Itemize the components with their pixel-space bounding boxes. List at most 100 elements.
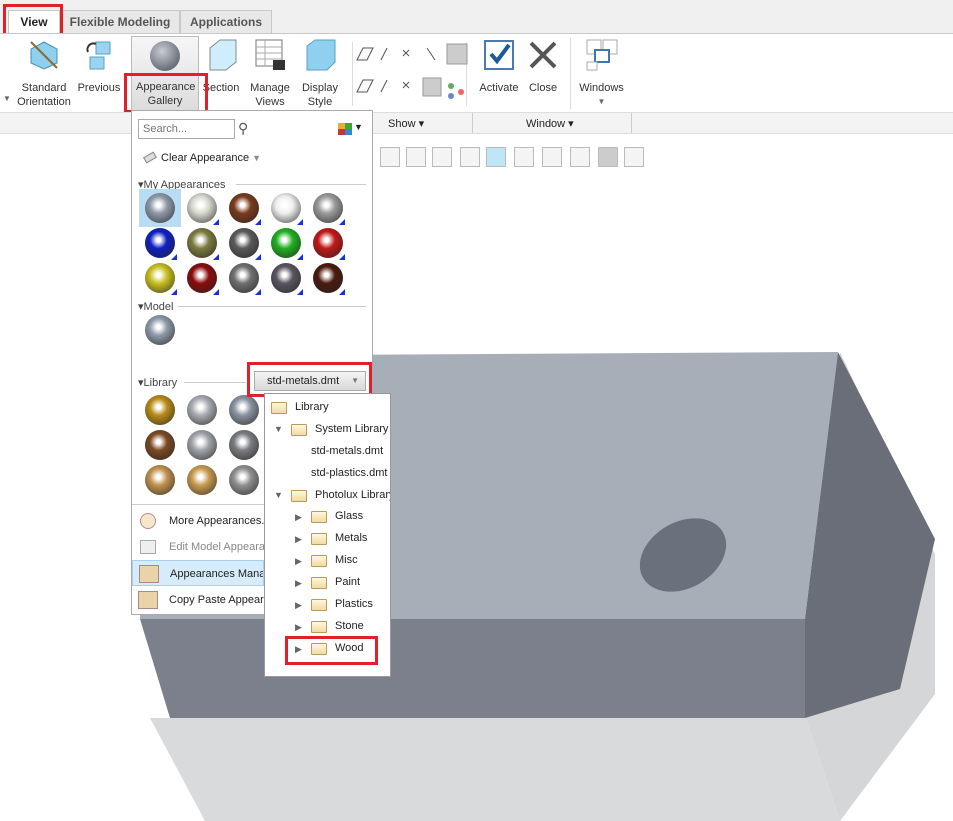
clear-appearance-button[interactable]: Clear Appearance ▼ — [143, 151, 261, 164]
copy-paste-appearances-item[interactable]: Copy Paste Appearances — [132, 587, 264, 613]
tree-item-photolux-library[interactable]: Photolux Library — [315, 489, 390, 501]
previous-button[interactable]: Previous — [76, 38, 122, 95]
close-window-icon — [529, 41, 557, 69]
appearance-swatch[interactable] — [229, 395, 259, 425]
copy-paste-icon — [138, 591, 158, 609]
section-model[interactable]: ▾Model — [138, 300, 174, 313]
standard-orientation-button[interactable]: Standard Orientation — [14, 38, 74, 109]
group-show[interactable]: Show ▾ — [388, 117, 424, 130]
tree-folder-item[interactable]: Paint — [335, 576, 360, 588]
search-icon[interactable]: ⚲ — [238, 120, 248, 137]
folder-icon — [311, 533, 327, 545]
tree-folder-item[interactable]: Misc — [335, 554, 358, 566]
spin-center-icon[interactable] — [598, 147, 618, 167]
tree-item-std-plastics[interactable]: std-plastics.dmt — [311, 467, 387, 479]
highlight-wood-folder — [285, 636, 378, 665]
graphics-toolbar — [378, 145, 650, 171]
display-style-button[interactable]: Display Style — [298, 38, 342, 109]
appearance-swatch[interactable] — [187, 395, 217, 425]
display-style-icon[interactable] — [486, 147, 506, 167]
custom-marker-icon — [339, 289, 345, 295]
model-front-face — [140, 619, 805, 718]
saved-orientations-icon[interactable] — [514, 147, 534, 167]
refit-icon[interactable] — [380, 147, 400, 167]
more-appearances-item[interactable]: More Appearances... — [132, 508, 264, 534]
appearance-swatch[interactable] — [145, 465, 175, 495]
view-options-arrow[interactable]: ▼ — [354, 122, 363, 132]
search-input[interactable] — [138, 119, 235, 139]
custom-marker-icon — [255, 289, 261, 295]
custom-marker-icon — [339, 219, 345, 225]
tree-item-std-metals[interactable]: std-metals.dmt — [311, 445, 383, 457]
edit-appearance-icon — [140, 540, 156, 554]
view-manager-icon[interactable] — [542, 147, 562, 167]
expand-arrow[interactable]: ▶ — [295, 534, 302, 545]
edit-model-appearances-item[interactable]: Edit Model Appearances — [132, 534, 264, 560]
custom-marker-icon — [297, 219, 303, 225]
tab-flexible-modeling[interactable]: Flexible Modeling — [60, 10, 180, 33]
expand-arrow[interactable]: ▶ — [295, 512, 302, 523]
expand-arrow[interactable]: ▼ — [274, 424, 283, 434]
annotation-display-icon[interactable] — [624, 147, 644, 167]
expand-arrow[interactable]: ▶ — [295, 556, 302, 567]
tree-folder-item[interactable]: Metals — [335, 532, 367, 544]
activate-window-icon — [484, 40, 514, 70]
windows-dropdown-arrow: ▼ — [597, 97, 606, 106]
custom-marker-icon — [213, 289, 219, 295]
tree-folder-item[interactable]: Glass — [335, 510, 363, 522]
folder-icon — [311, 511, 327, 523]
repaint-icon[interactable] — [460, 147, 480, 167]
expand-arrow[interactable]: ▶ — [295, 578, 302, 589]
folder-icon — [311, 555, 327, 567]
view-options-icon[interactable] — [338, 123, 352, 135]
tree-item-system-library[interactable]: System Library — [315, 423, 388, 435]
appearance-swatch[interactable] — [187, 430, 217, 460]
custom-marker-icon — [255, 219, 261, 225]
zoom-out-icon[interactable] — [432, 147, 452, 167]
expand-arrow[interactable]: ▶ — [295, 600, 302, 611]
eraser-icon — [143, 151, 157, 164]
highlight-appearance-gallery — [124, 73, 208, 113]
tab-applications[interactable]: Applications — [180, 10, 272, 33]
orientation-dropdown-arrow[interactable]: ▼ — [3, 94, 11, 103]
custom-marker-icon — [255, 254, 261, 260]
group-window[interactable]: Window ▾ — [526, 117, 574, 130]
expand-arrow[interactable]: ▶ — [295, 622, 302, 633]
manage-views-button[interactable]: Manage Views — [246, 38, 294, 109]
custom-marker-icon — [213, 219, 219, 225]
folder-icon — [311, 621, 327, 633]
library-tree-dropdown: Library ▼ System Library std-metals.dmt … — [264, 393, 391, 677]
windows-button[interactable]: Windows ▼ — [570, 38, 632, 109]
zoom-in-icon[interactable] — [406, 147, 426, 167]
appearances-manager-item[interactable]: Appearances Manager — [132, 560, 264, 586]
highlight-library-select — [247, 362, 372, 397]
appearances-manager-icon — [139, 565, 159, 583]
appearance-swatch[interactable] — [145, 193, 175, 223]
folder-open-icon — [291, 424, 307, 436]
appearance-swatch[interactable] — [145, 395, 175, 425]
folder-icon — [311, 577, 327, 589]
tree-folder-item[interactable]: Plastics — [335, 598, 373, 610]
activate-button[interactable]: Activate — [476, 38, 522, 95]
previous-view-icon — [86, 41, 111, 70]
appearance-swatch[interactable] — [229, 465, 259, 495]
folder-icon — [311, 599, 327, 611]
tree-item-library[interactable]: Library — [295, 401, 329, 413]
datum-display-icons[interactable] — [353, 42, 468, 106]
section-library[interactable]: ▾Library — [138, 376, 177, 389]
appearance-swatch[interactable] — [229, 430, 259, 460]
appearance-swatch[interactable] — [187, 465, 217, 495]
expand-arrow[interactable]: ▼ — [274, 490, 283, 500]
appearance-swatch[interactable] — [145, 430, 175, 460]
close-button[interactable]: Close — [524, 38, 562, 95]
manage-views-icon — [255, 39, 285, 70]
folder-open-icon — [291, 490, 307, 502]
custom-marker-icon — [339, 254, 345, 260]
ribbon-tabs: View Flexible Modeling Applications — [0, 0, 953, 33]
tree-folder-item[interactable]: Stone — [335, 620, 364, 632]
datum-display-icon[interactable] — [570, 147, 590, 167]
custom-marker-icon — [297, 289, 303, 295]
appearance-swatch[interactable] — [145, 315, 175, 345]
show-icons-group — [352, 42, 468, 106]
model-shadow — [150, 718, 840, 821]
